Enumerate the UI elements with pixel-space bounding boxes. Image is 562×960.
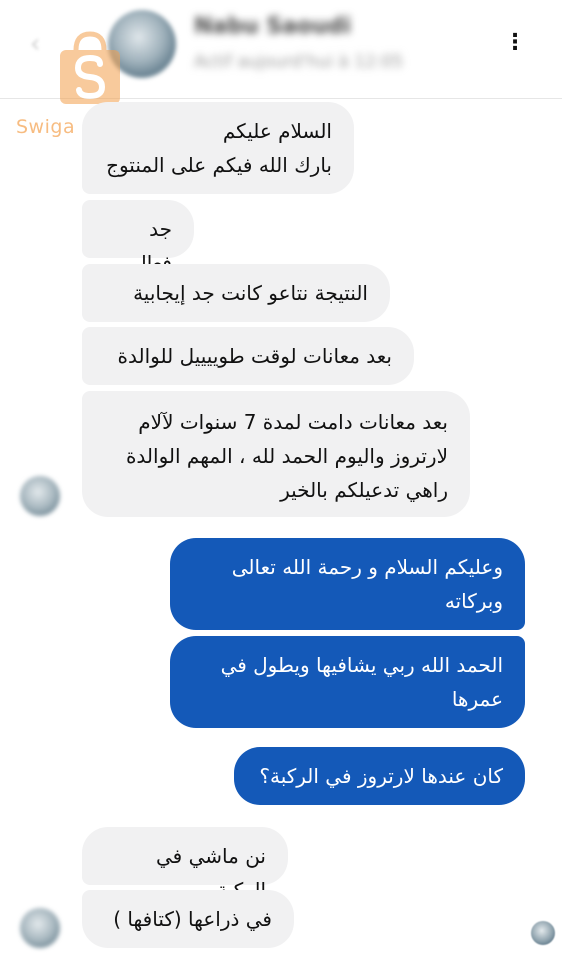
contact-name[interactable]: Nabu Saoudi	[194, 14, 351, 40]
message-incoming[interactable]: نن ماشي في الركبة	[82, 827, 288, 902]
seen-receipt-avatar	[531, 921, 555, 945]
sender-avatar[interactable]	[20, 908, 60, 948]
sender-avatar[interactable]	[20, 476, 60, 516]
back-arrow-icon[interactable]: ‹	[30, 30, 58, 58]
message-incoming[interactable]: السلام عليكم بارك الله فيكم على المنتوج	[82, 102, 354, 194]
watermark-logo	[60, 31, 120, 104]
message-incoming[interactable]: النتيجة نتاعو كانت جد إيجابية	[82, 264, 390, 322]
message-incoming[interactable]: بعد معانات دامت لمدة 7 سنوات لآلام لارتر…	[82, 391, 470, 517]
more-vertical-icon[interactable]: ⋮	[503, 30, 527, 56]
message-outgoing[interactable]: وعليكم السلام و رحمة الله تعالى وبركاته	[170, 538, 525, 630]
contact-status: Actif aujourd'hui à 12:05	[194, 52, 404, 72]
message-incoming[interactable]: جد فعال	[82, 200, 194, 275]
message-outgoing[interactable]: الحمد الله ربي يشافيها ويطول في عمرها	[170, 636, 525, 728]
message-outgoing[interactable]: كان عندها لارتروز في الركبة؟	[234, 747, 525, 805]
message-incoming[interactable]: في ذراعها (كتافها )	[82, 890, 294, 948]
message-incoming[interactable]: بعد معانات لوقت طوييييل للوالدة	[82, 327, 414, 385]
